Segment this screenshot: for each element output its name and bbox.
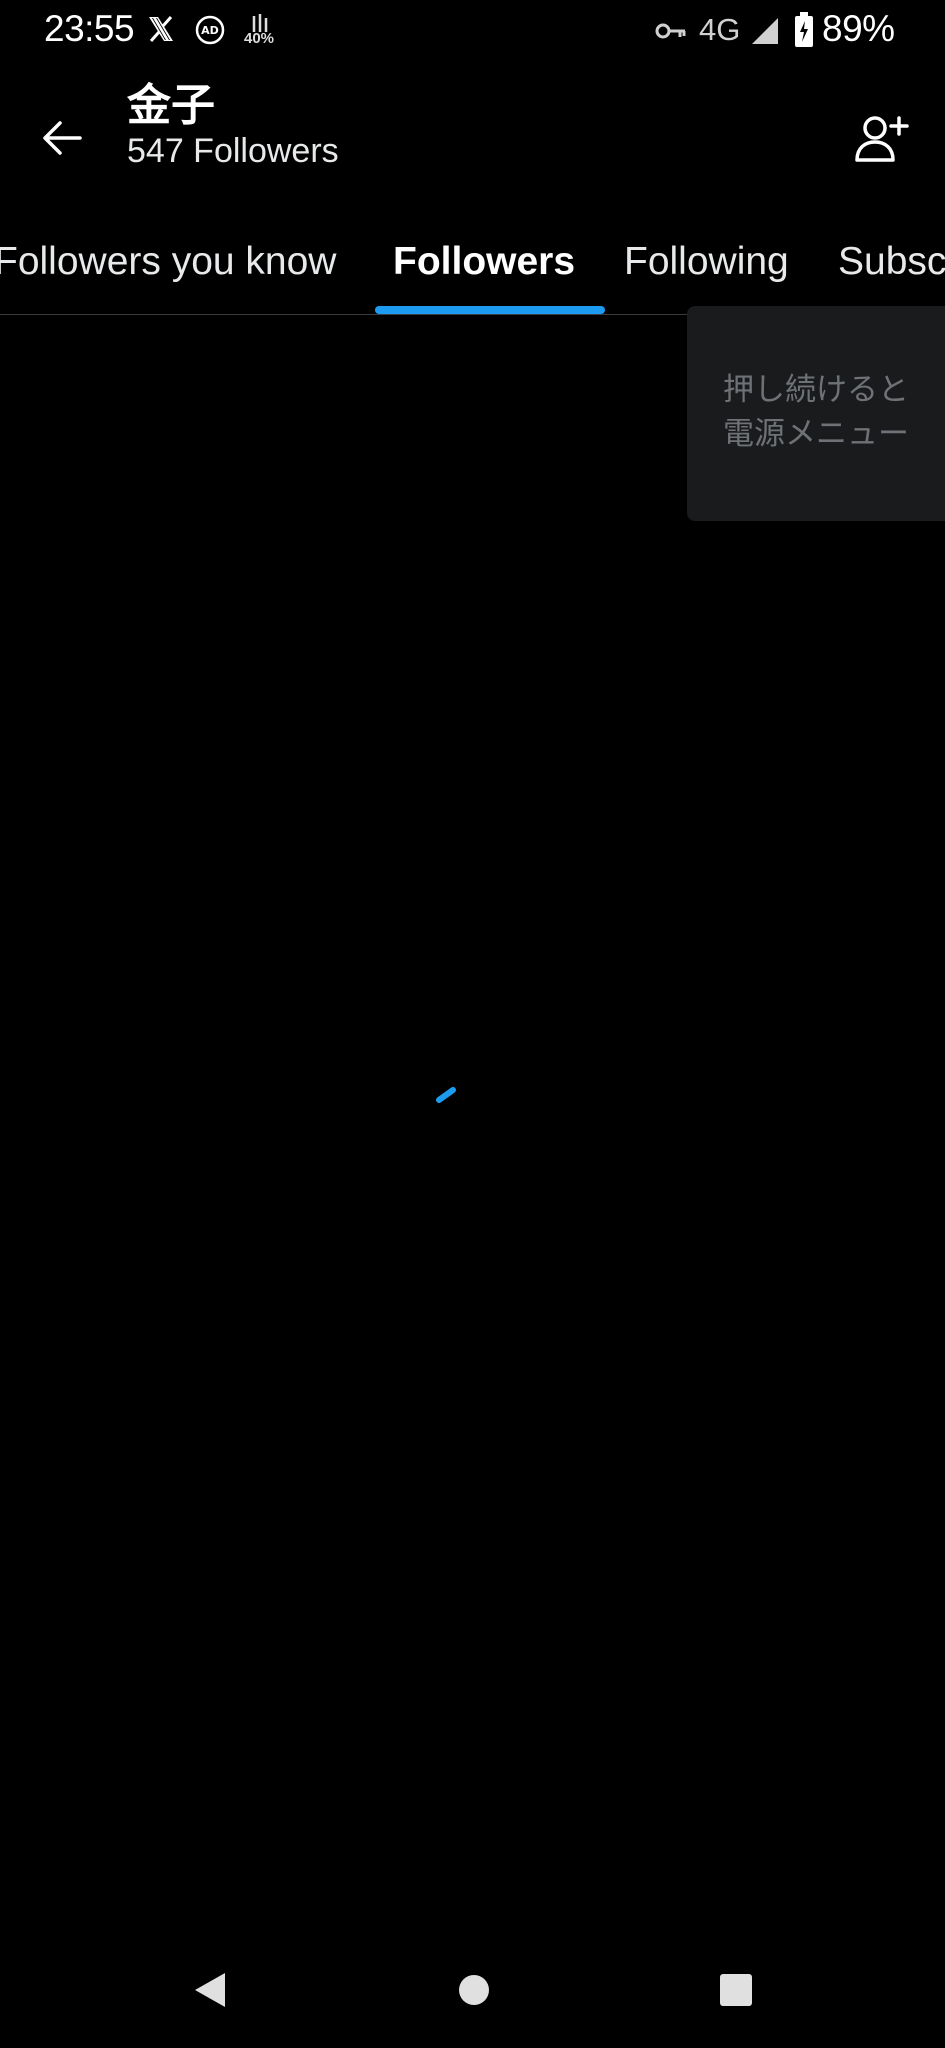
nav-back-button[interactable] [170, 1950, 250, 2030]
tooltip-text: 押し続けると 電源メニュー [723, 372, 909, 452]
tab-following[interactable]: Following [624, 232, 789, 314]
follow-button[interactable] [848, 106, 914, 172]
battery-charging-icon [795, 12, 813, 47]
nav-home-button[interactable] [434, 1950, 514, 2030]
status-time: 23:55 [44, 8, 135, 49]
triangle-back-icon [195, 1973, 225, 2007]
arrow-left-icon [43, 121, 82, 155]
profile-name: 金子 [127, 80, 215, 131]
title-block: 金子 547 Followers [127, 80, 339, 171]
circle-home-icon [459, 1975, 489, 2005]
vpn-key-icon [655, 23, 686, 39]
profile-header: 金子 547 Followers [0, 70, 945, 190]
network-type: 4G [699, 12, 741, 47]
data-usage-label: 40% [244, 30, 275, 47]
active-tab-indicator [375, 306, 605, 314]
back-button[interactable] [30, 106, 94, 170]
svg-text:AD: AD [201, 24, 219, 37]
tab-bar: Followers you know Followers Following S… [0, 232, 945, 315]
status-bar: 23:55 AD 40% 4G 89% [0, 0, 945, 62]
tab-followers-you-know[interactable]: Followers you know [0, 232, 336, 314]
ad-block-icon: AD [195, 15, 225, 45]
signal-icon [752, 18, 778, 44]
follower-count: 547 Followers [127, 132, 339, 171]
system-nav-bar [0, 1950, 945, 2032]
add-person-icon [855, 116, 909, 162]
battery-percent: 89% [822, 8, 895, 49]
square-recents-icon [720, 1974, 752, 2006]
x-logo-icon [149, 16, 173, 42]
tab-subscriptions[interactable]: Subsc [838, 232, 945, 314]
power-menu-tooltip: 押し続けると 電源メニュー [687, 306, 945, 521]
loading-spinner [436, 1087, 456, 1103]
tab-followers[interactable]: Followers [393, 232, 575, 314]
nav-recents-button[interactable] [696, 1950, 776, 2030]
